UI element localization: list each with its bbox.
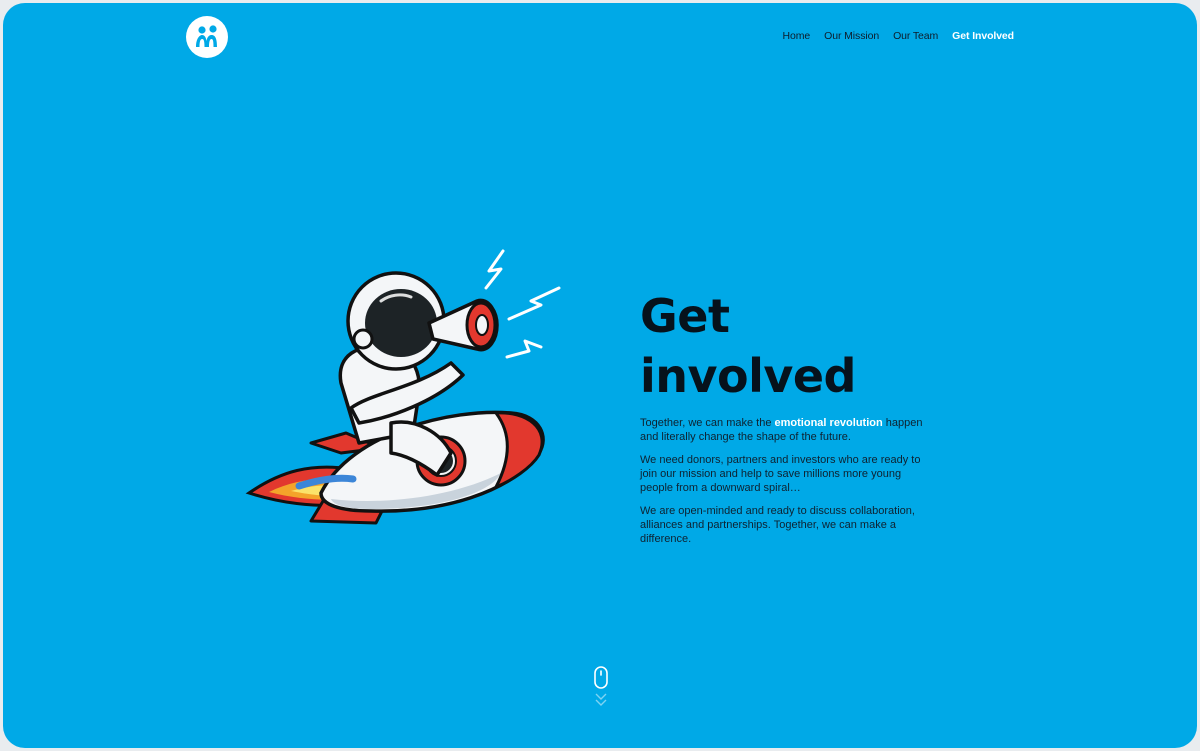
page-title: Get involved bbox=[640, 289, 856, 403]
nav-our-team[interactable]: Our Team bbox=[893, 30, 938, 42]
nav-home[interactable]: Home bbox=[783, 30, 811, 42]
page: Home Our Mission Our Team Get Involved G… bbox=[3, 3, 1197, 748]
intro-text-start: Together, we can make the bbox=[640, 417, 775, 429]
donors-paragraph: We need donors, partners and investors w… bbox=[640, 454, 921, 494]
nav-our-mission[interactable]: Our Mission bbox=[824, 30, 879, 42]
collaboration-paragraph: We are open-minded and ready to discuss … bbox=[640, 505, 915, 545]
main-nav: Home Our Mission Our Team Get Involved bbox=[783, 30, 1015, 42]
astronaut-rocket-megaphone-icon bbox=[241, 243, 571, 538]
intro-highlight: emotional revolution bbox=[774, 417, 883, 429]
mouse-scroll-icon bbox=[594, 666, 608, 706]
intro-paragraph: Together, we can make the emotional revo… bbox=[640, 416, 930, 444]
nav-get-involved[interactable]: Get Involved bbox=[952, 30, 1014, 42]
scroll-down-indicator[interactable] bbox=[593, 665, 609, 716]
get-involved-section: Get involved Together, we can make the e… bbox=[640, 286, 930, 555]
people-logo-icon bbox=[196, 25, 217, 47]
logo[interactable] bbox=[186, 16, 228, 58]
